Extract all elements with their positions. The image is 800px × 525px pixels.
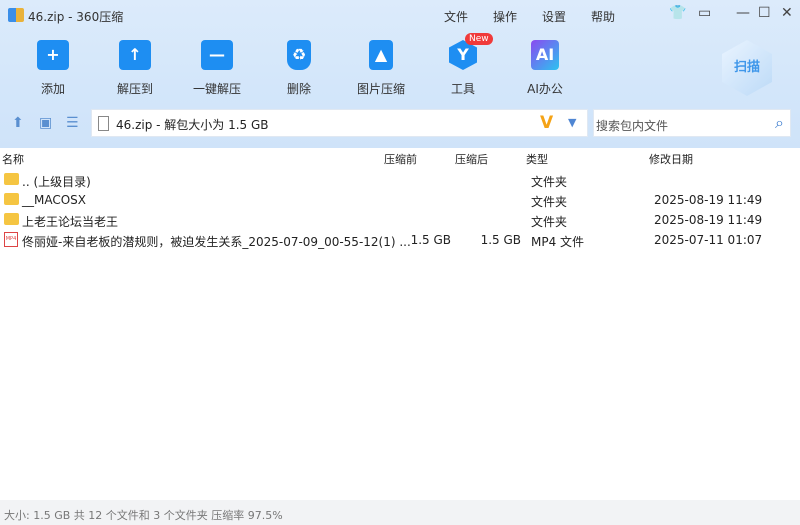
menu-help[interactable]: 帮助 xyxy=(591,8,615,25)
extract-label: 解压到 xyxy=(116,82,153,96)
row-type: 文件夹 xyxy=(531,195,568,209)
add-icon: + xyxy=(37,40,69,70)
tools-button[interactable]: Y 工具 xyxy=(428,40,498,97)
add-label: 添加 xyxy=(40,82,65,96)
delete-label: 删除 xyxy=(286,82,311,96)
search-input[interactable]: 搜索包内文件 ⌕ xyxy=(593,109,791,137)
list-view-icon[interactable]: ☰ xyxy=(66,115,79,131)
row-date: 2025-08-19 11:49 xyxy=(654,213,763,227)
menu-operate[interactable]: 操作 xyxy=(493,8,517,25)
app-icon xyxy=(8,8,24,22)
new-badge: New xyxy=(465,33,493,45)
dropdown-icon[interactable]: ▼ xyxy=(568,116,576,129)
image-compress-button[interactable]: ▲ 图片压缩 xyxy=(346,40,416,97)
folder-icon xyxy=(4,173,19,185)
row-date: 2025-07-11 01:07 xyxy=(654,233,763,247)
table-row[interactable]: .. (上级目录) 文件夹 xyxy=(0,170,800,190)
skin-icon[interactable]: 👕 xyxy=(669,5,686,21)
close-button[interactable]: ✕ xyxy=(781,5,793,21)
file-icon xyxy=(98,116,109,131)
row-packed: 1.5 GB xyxy=(410,233,451,247)
one-click-label: 一键解压 xyxy=(192,82,241,96)
address-text: 46.zip - 解包大小为 1.5 GB xyxy=(116,118,269,132)
menu-file[interactable]: 文件 xyxy=(444,8,468,25)
row-date: 2025-08-19 11:49 xyxy=(654,193,763,207)
address-bar[interactable]: 46.zip - 解包大小为 1.5 GB V ▼ xyxy=(91,109,588,137)
recycle-icon: ♻ xyxy=(287,40,311,70)
folder-icon xyxy=(4,213,19,225)
ai-office-button[interactable]: AI AI办公 xyxy=(510,40,580,97)
search-placeholder: 搜索包内文件 xyxy=(596,119,669,133)
row-type: 文件夹 xyxy=(531,175,568,189)
table-row[interactable]: __MACOSX 文件夹 2025-08-19 11:49 xyxy=(0,190,800,210)
search-icon[interactable]: ⌕ xyxy=(775,113,784,133)
column-packed[interactable]: 压缩前 xyxy=(384,151,417,167)
add-button[interactable]: + 添加 xyxy=(18,40,88,97)
table-row[interactable]: MP4 佟丽娅-来自老板的潜规则，被迫发生关系_2025-07-09_00-55… xyxy=(0,230,800,250)
maximize-button[interactable]: ☐ xyxy=(758,5,771,21)
column-date[interactable]: 修改日期 xyxy=(649,151,693,167)
folder-icon xyxy=(4,193,19,205)
ai-icon: AI xyxy=(531,40,559,70)
row-size: 1.5 GB xyxy=(480,233,521,247)
ai-office-label: AI办公 xyxy=(527,82,563,96)
row-name: __MACOSX xyxy=(22,193,87,207)
table-row[interactable]: 上老王论坛当老王 文件夹 2025-08-19 11:49 xyxy=(0,210,800,230)
up-level-icon[interactable]: ⬆ xyxy=(12,115,24,131)
row-type: 文件夹 xyxy=(531,215,568,229)
window-title: 46.zip - 360压缩 xyxy=(28,10,124,24)
tools-label: 工具 xyxy=(450,82,475,96)
feedback-icon[interactable]: ▭ xyxy=(698,5,711,21)
row-type: MP4 文件 xyxy=(531,235,585,249)
image-icon: ▲ xyxy=(369,40,393,70)
image-compress-label: 图片压缩 xyxy=(356,82,405,96)
row-name: 佟丽娅-来自老板的潜规则，被迫发生关系_2025-07-09_00-55-12(… xyxy=(22,235,411,249)
status-bar: 大小: 1.5 GB 共 12 个文件和 3 个文件夹 压缩率 97.5% xyxy=(0,500,800,525)
thumbnail-view-icon[interactable]: ▣ xyxy=(39,115,52,131)
row-name: 上老王论坛当老王 xyxy=(22,215,119,229)
row-name: .. (上级目录) xyxy=(22,175,91,189)
minimize-button[interactable]: — xyxy=(736,5,750,21)
one-click-icon: — xyxy=(201,40,233,70)
column-name[interactable]: 名称 xyxy=(2,151,24,167)
video-file-icon: MP4 xyxy=(4,232,18,247)
extract-to-button[interactable]: ↑ 解压到 xyxy=(100,40,170,97)
column-type[interactable]: 类型 xyxy=(526,151,548,167)
v-logo-icon[interactable]: V xyxy=(540,113,553,133)
delete-button[interactable]: ♻ 删除 xyxy=(264,40,334,97)
column-size[interactable]: 压缩后 xyxy=(455,151,488,167)
one-click-extract-button[interactable]: — 一键解压 xyxy=(182,40,252,97)
menu-settings[interactable]: 设置 xyxy=(542,8,566,25)
extract-icon: ↑ xyxy=(119,40,151,70)
